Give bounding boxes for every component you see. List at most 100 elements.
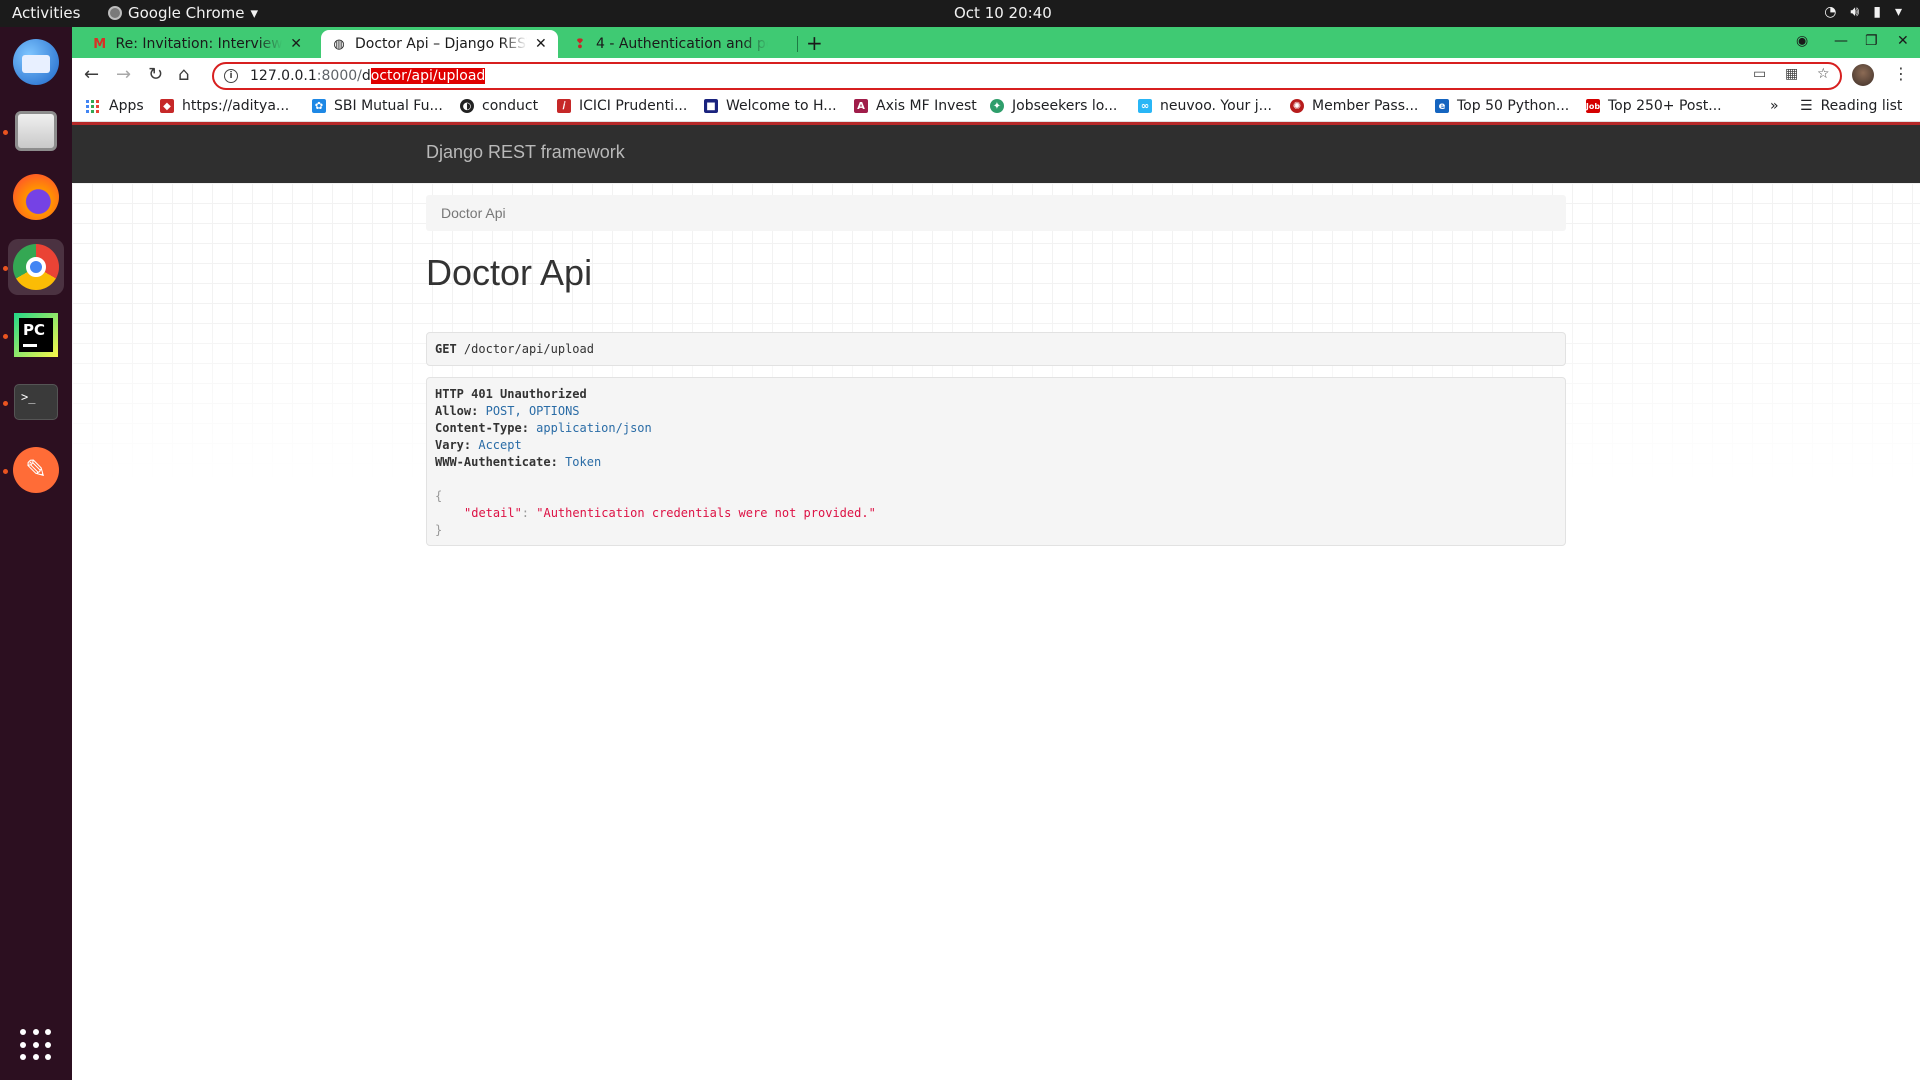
bookmark-label: Apps <box>109 98 144 114</box>
gmail-icon: M <box>93 36 107 52</box>
bookmarks-bar: Apps ◆ https://aditya... ✿ SBI Mutual Fu… <box>72 93 1920 122</box>
request-info: GET /doctor/api/upload <box>426 332 1566 366</box>
dock-terminal[interactable]: >_ <box>8 374 64 430</box>
header-key: Content-Type: <box>435 421 529 435</box>
dock-files[interactable] <box>8 103 64 159</box>
request-method: GET <box>435 342 457 356</box>
bookmark-item[interactable]: ✦ Jobseekers lo... <box>990 98 1117 114</box>
system-top-bar: Activities Google Chrome ▾ Oct 10 20:40 … <box>0 0 1920 27</box>
bookmark-label: conduct <box>482 98 539 114</box>
tab-search-icon[interactable]: ◉ <box>1796 33 1808 49</box>
response-header: WWW-Authenticate: Token <box>435 454 1557 471</box>
reading-list-icon: ☰ <box>1800 98 1813 114</box>
json-value: "Authentication credentials were not pro… <box>536 506 876 520</box>
restore-icon[interactable]: ❐ <box>1865 33 1878 49</box>
power-menu-icon: ▾ <box>1894 4 1902 20</box>
bookmark-favicon-icon: A <box>854 99 868 113</box>
bookmark-item[interactable]: ✺ Member Pass... <box>1290 98 1418 114</box>
close-window-icon[interactable]: ✕ <box>1897 33 1909 49</box>
minimize-icon[interactable]: — <box>1834 33 1848 49</box>
bookmark-star-icon[interactable]: ☆ <box>1817 66 1830 82</box>
bookmark-item[interactable]: ∞ neuvoo. Your j... <box>1138 98 1272 114</box>
bookmark-label: Member Pass... <box>1312 98 1419 114</box>
bookmark-favicon-icon: ■ <box>704 99 718 113</box>
overflow-chevron-icon: » <box>1770 98 1779 114</box>
header-key: WWW-Authenticate: <box>435 455 558 469</box>
tab-title: Re: Invitation: Interview D <box>115 36 283 52</box>
apps-grid-icon <box>86 99 99 113</box>
reading-list-label: Reading list <box>1820 98 1903 114</box>
qr-code-icon[interactable]: ▦ <box>1785 66 1798 82</box>
dock-postman[interactable]: ✎ <box>8 442 64 498</box>
bookmark-item[interactable]: A Axis MF Invest <box>854 98 977 114</box>
bookmark-favicon-icon: 𝑖 <box>557 99 571 113</box>
bookmark-item[interactable]: 𝑖 ICICI Prudenti... <box>557 98 687 114</box>
app-menu-label: Google Chrome <box>128 4 245 22</box>
close-tab-icon[interactable]: ✕ <box>535 36 547 52</box>
postman-icon: ✎ <box>13 447 59 493</box>
dock-firefox[interactable] <box>8 169 64 225</box>
bookmark-label: neuvoo. Your j... <box>1160 98 1273 114</box>
url-path-selected: octor/api/upload <box>370 68 486 84</box>
thunderbird-icon <box>13 39 59 85</box>
close-tab-icon[interactable]: ✕ <box>290 36 302 52</box>
bookmark-item[interactable]: ◐ conduct <box>460 98 538 114</box>
reload-icon[interactable]: ↻ <box>148 64 163 85</box>
bookmark-favicon-icon: ◆ <box>160 99 174 113</box>
chrome-app-icon <box>108 6 122 20</box>
drf-navbar: Django REST framework <box>72 125 1920 183</box>
dock-thunderbird[interactable] <box>8 34 64 90</box>
wifi-icon: ◔ <box>1824 4 1837 20</box>
dock-chrome[interactable] <box>8 239 64 295</box>
bookmark-item[interactable]: ■ Welcome to H... <box>704 98 837 114</box>
address-bar[interactable]: i 127.0.0.1:8000/d octor/api/upload <box>212 62 1842 90</box>
header-key: Allow: <box>435 404 479 418</box>
dock: PC >_ ✎ <box>0 27 72 1080</box>
bookmark-favicon-icon: ∞ <box>1138 99 1152 113</box>
forward-icon[interactable]: → <box>116 64 131 85</box>
json-open-brace: { <box>435 489 443 503</box>
system-tray[interactable]: ◔ 🔊︎ ▮ ▾ <box>1824 4 1902 20</box>
bookmark-favicon-icon: ✺ <box>1290 99 1304 113</box>
bookmark-item[interactable]: ✿ SBI Mutual Fu... <box>312 98 443 114</box>
chrome-window: M Re: Invitation: Interview D ✕ ◍ Doctor… <box>72 27 1920 1080</box>
bookmark-item[interactable]: ◆ https://aditya... <box>160 98 289 114</box>
response-header: Content-Type: application/json <box>435 420 1557 437</box>
breadcrumb-item[interactable]: Doctor Api <box>441 205 506 221</box>
bookmark-item[interactable]: Job Top 250+ Post... <box>1586 98 1722 114</box>
doc-icon: ❢ <box>574 36 586 52</box>
volume-icon: 🔊︎ <box>1850 4 1860 20</box>
profile-avatar[interactable] <box>1852 64 1874 86</box>
bookmark-item[interactable]: e Top 50 Python... <box>1435 98 1569 114</box>
tab-title: 4 - Authentication and pe <box>596 36 768 52</box>
back-icon[interactable]: ← <box>84 64 99 85</box>
new-tab-icon[interactable]: + <box>806 31 823 55</box>
reading-list-button[interactable]: ☰ Reading list <box>1800 98 1902 114</box>
site-info-icon[interactable]: i <box>224 69 238 83</box>
app-menu[interactable]: Google Chrome ▾ <box>108 4 258 22</box>
tab-gmail[interactable]: M Re: Invitation: Interview D ✕ <box>82 30 312 58</box>
menu-kebab-icon[interactable]: ⋮ <box>1893 64 1909 83</box>
page-title: Doctor Api <box>426 252 593 293</box>
tab-title: Doctor Api – Django REST <box>355 36 527 52</box>
bookmark-apps[interactable]: Apps <box>86 98 144 114</box>
django-rest-icon: ◍ <box>333 36 345 52</box>
show-applications-icon[interactable] <box>20 1029 52 1061</box>
bookmarks-overflow-button[interactable]: » <box>1770 98 1779 114</box>
url-port: :8000/ <box>316 68 362 84</box>
drf-brand-link[interactable]: Django REST framework <box>426 142 625 163</box>
bookmark-favicon-icon: Job <box>1586 99 1600 113</box>
dropdown-arrow-icon: ▾ <box>250 4 259 22</box>
bookmark-label: Top 50 Python... <box>1457 98 1570 114</box>
activities-button[interactable]: Activities <box>12 4 80 22</box>
bookmark-label: Top 250+ Post... <box>1608 98 1722 114</box>
clock[interactable]: Oct 10 20:40 <box>954 4 1052 22</box>
tab-authentication[interactable]: ❢ 4 - Authentication and pe <box>562 30 792 58</box>
bookmark-label: Jobseekers lo... <box>1012 98 1118 114</box>
cast-icon[interactable]: ▭ <box>1753 66 1766 82</box>
home-icon[interactable]: ⌂ <box>178 64 189 85</box>
header-value: Token <box>565 455 602 469</box>
tab-doctor-api[interactable]: ◍ Doctor Api – Django REST ✕ <box>321 30 558 58</box>
request-path: /doctor/api/upload <box>463 342 594 356</box>
dock-pycharm[interactable]: PC <box>8 307 64 363</box>
